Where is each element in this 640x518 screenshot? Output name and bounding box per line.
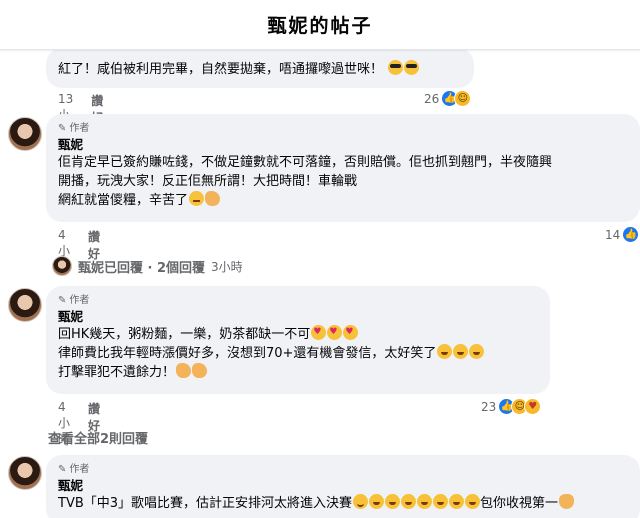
heart-face-emoji-icon [327, 323, 343, 342]
author-badge: ✎ 作者 [58, 123, 90, 134]
haha-reaction-icon: ☺ [454, 90, 472, 107]
author-badge: ✎ 作者 [58, 464, 90, 475]
reaction-summary[interactable]: 14 👍 [605, 226, 640, 243]
avatar[interactable] [8, 288, 42, 322]
care-reaction-icon: ♥ [524, 398, 542, 415]
comment-text: 網紅就當儍糧，辛苦了 [58, 193, 189, 208]
post-header: 甄妮的帖子 [0, 0, 640, 50]
laughing-emoji-icon [369, 494, 385, 509]
laughing-emoji-icon [469, 344, 485, 359]
thumbs-up-emoji-icon [559, 494, 575, 509]
reaction-count: 26 [424, 91, 440, 106]
comment-bubble: ✎ 作者 甄妮 TVB「中3」歌唱比賽，估計正安排河太將進入決賽 包你收視第一 [46, 455, 640, 518]
cool-emoji-icon [404, 60, 420, 75]
commenter-name[interactable]: 甄妮 [58, 477, 628, 494]
comment-bubble: ✎ 作者 甄妮 佢肯定早已簽約賺咗錢，不做足鐘數就不可落鐘，否則賠償。佢也抓到翹… [46, 114, 640, 222]
laughing-emoji-icon [453, 344, 469, 359]
laughing-emoji-icon [437, 344, 453, 359]
reaction-summary[interactable]: 26 👍 ☺ [424, 90, 472, 107]
reply-summary-time: 3小時 [211, 259, 243, 274]
avatar[interactable] [8, 456, 42, 490]
laughing-emoji-icon [433, 494, 449, 509]
comment-text: 律師費比我年輕時漲價好多，沒想到70+還有機會發信，太好笑了 [58, 346, 437, 361]
comment-text: 紅了！咸伯被利用完畢，自然要拋棄，唔通攞嚟過世咪！ [58, 62, 384, 77]
comment-text: 佢肯定早已簽約賺咗錢，不做足鐘數就不可落鐘，否則賠償。佢也抓到翹門，半夜隨興 [58, 155, 553, 170]
reply-summary-text[interactable]: 甄妮已回覆 · 2個回覆 [78, 257, 205, 276]
pen-icon: ✎ [58, 464, 67, 475]
laughing-emoji-icon [417, 494, 433, 509]
commenter-name[interactable]: 甄妮 [58, 136, 628, 153]
laughing-emoji-icon [465, 494, 481, 509]
comment-bubble: ✎ 作者 甄妮 回HK幾天，粥粉麵，一樂，奶茶都缺一不可 律師費比我年輕時漲價好… [46, 286, 550, 394]
comment-text: TVB「中3」歌唱比賽，估計正安排河太將進入決賽 [58, 496, 353, 511]
author-badge: ✎ 作者 [58, 295, 90, 306]
flexed-arm-emoji-icon [176, 363, 192, 378]
heart-face-emoji-icon [311, 323, 327, 342]
comment-text: 打擊罪犯不遺餘力！ [58, 365, 176, 380]
reaction-summary[interactable]: 23 👍 ☺ ♥ [481, 398, 542, 415]
reaction-count: 23 [481, 399, 497, 414]
avatar[interactable] [8, 117, 42, 151]
like-reaction-icon: 👍 [622, 226, 640, 243]
laughing-emoji-icon [449, 494, 465, 509]
view-all-replies-link[interactable]: 查看全部2則回覆 [48, 428, 148, 447]
smiling-emoji-icon [353, 494, 369, 509]
laughing-emoji-icon [401, 494, 417, 509]
pen-icon: ✎ [58, 295, 67, 306]
comment-bubble: 紅了！咸伯被利用完畢，自然要拋棄，唔通攞嚟過世咪！ [46, 48, 474, 88]
flexed-arm-emoji-icon [192, 363, 208, 378]
reply-summary[interactable]: 甄妮已回覆 · 2個回覆 3小時 [52, 256, 243, 276]
pen-icon: ✎ [58, 123, 67, 134]
tired-emoji-icon [189, 191, 205, 206]
flexed-arm-emoji-icon [205, 191, 221, 206]
comment-text: 回HK幾天，粥粉麵，一樂，奶茶都缺一不可 [58, 327, 311, 342]
page-title: 甄妮的帖子 [267, 15, 373, 37]
laughing-emoji-icon [385, 494, 401, 509]
commenter-name[interactable]: 甄妮 [58, 308, 538, 325]
comment-text: 包你收視第一 [480, 496, 559, 511]
cool-emoji-icon [388, 60, 404, 75]
avatar [52, 256, 72, 276]
reaction-count: 14 [605, 227, 621, 242]
heart-face-emoji-icon [343, 323, 359, 342]
comment-text: 開播，玩洩大家！反正佢無所謂！大把時間！車輪戰 [58, 174, 358, 189]
